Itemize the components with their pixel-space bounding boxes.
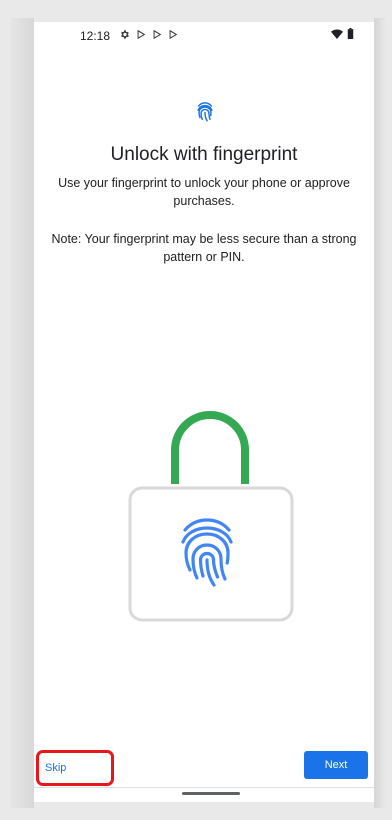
fingerprint-icon — [197, 102, 213, 122]
unlock-fingerprint-illustration — [128, 411, 294, 622]
skip-button[interactable]: Skip — [36, 750, 114, 786]
page-title: Unlock with fingerprint — [110, 144, 298, 165]
battery-icon — [347, 28, 354, 39]
next-button[interactable]: Next — [304, 751, 368, 779]
play-store-icon — [153, 29, 162, 40]
lock-shackle — [171, 411, 249, 484]
skip-button-label: Skip — [45, 762, 67, 774]
status-time: 12:18 — [80, 29, 111, 43]
status-bar: 12:18 — [34, 22, 374, 50]
wifi-icon — [331, 29, 343, 39]
status-notification-icons — [119, 29, 178, 40]
play-store-icon — [137, 29, 146, 40]
nav-divider — [34, 787, 374, 788]
gear-icon — [121, 30, 129, 39]
frame-shadow-right — [374, 18, 386, 808]
play-store-icon — [169, 29, 178, 40]
frame-shadow-left — [10, 18, 34, 808]
screenshot-frame: 12:18 Unlock with fingerprint Use your f… — [0, 0, 392, 820]
phone-screen: 12:18 Unlock with fingerprint Use your f… — [34, 22, 374, 802]
status-system-icons — [331, 28, 354, 39]
security-note: Note: Your fingerprint may be less secur… — [51, 232, 357, 264]
page-description: Use your fingerprint to unlock your phon… — [58, 176, 350, 208]
home-gesture-handle[interactable] — [182, 792, 240, 795]
